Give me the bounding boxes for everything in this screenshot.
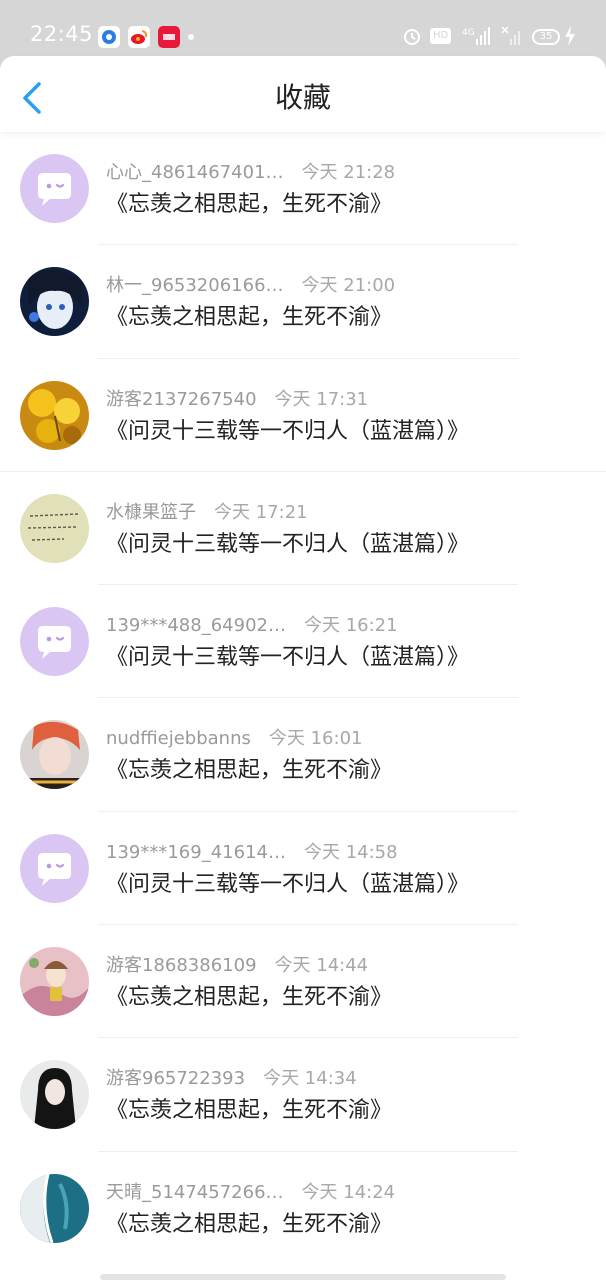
- hd-badge: HD: [430, 28, 452, 44]
- item-meta: 水槺果篮子 今天 17:21: [106, 500, 308, 526]
- work-title[interactable]: 《忘羡之相思起，生死不渝》: [106, 302, 392, 334]
- browser-app-icon: [98, 26, 120, 48]
- work-title[interactable]: 《问灵十三载等一不归人（蓝湛篇）》: [106, 869, 469, 901]
- scroll-indicator: [100, 1274, 506, 1280]
- list-item[interactable]: 139***488_64902… 今天 16:21 《问灵十三载等一不归人（蓝湛篇…: [0, 585, 606, 699]
- ocean-wave-avatar[interactable]: [20, 1173, 89, 1243]
- item-meta: 林一_9653206166… 今天 21:00: [106, 273, 395, 299]
- item-meta: 心心_4861467401… 今天 21:28: [106, 160, 395, 186]
- app-bar: 收藏: [0, 56, 606, 132]
- list-item[interactable]: 游客1868386109 今天 14:44 《忘羡之相思起，生死不渝》: [0, 925, 606, 1039]
- username[interactable]: 游客2137267540: [106, 387, 257, 413]
- work-title[interactable]: 《问灵十三载等一不归人（蓝湛篇）》: [106, 529, 469, 561]
- red-app-icon: [158, 26, 180, 48]
- work-title[interactable]: 《问灵十三载等一不归人（蓝湛篇）》: [106, 416, 469, 448]
- default-chat-avatar[interactable]: [20, 833, 89, 903]
- timestamp: 今天 17:21: [214, 501, 308, 523]
- username[interactable]: 139***488_64902…: [106, 613, 286, 639]
- alarm-icon: [402, 25, 422, 47]
- charging-icon: [563, 25, 577, 47]
- username[interactable]: 139***169_41614…: [106, 840, 286, 866]
- work-title[interactable]: 《忘羡之相思起，生死不渝》: [106, 189, 392, 221]
- anime-portrait-avatar[interactable]: [20, 267, 89, 337]
- list-item[interactable]: 天晴_5147457266… 今天 14:24 《忘羡之相思起，生死不渝》: [0, 1152, 606, 1265]
- signal-no-sim-icon: [500, 25, 524, 47]
- item-meta: 139***169_41614… 今天 14:58: [106, 840, 398, 866]
- handwriting-note-avatar[interactable]: [20, 493, 89, 563]
- username[interactable]: 林一_9653206166…: [106, 273, 284, 299]
- dark-hair-girl-avatar[interactable]: [20, 1060, 89, 1130]
- list-item[interactable]: 水槺果篮子 今天 17:21 《问灵十三载等一不归人（蓝湛篇）》: [0, 472, 606, 586]
- list-item[interactable]: 游客2137267540 今天 17:31 《问灵十三载等一不归人（蓝湛篇）》: [0, 359, 606, 472]
- work-title[interactable]: 《问灵十三载等一不归人（蓝湛篇）》: [106, 642, 469, 674]
- item-meta: 天晴_5147457266… 今天 14:24: [106, 1180, 395, 1206]
- battery-indicator: 35: [532, 29, 560, 45]
- username[interactable]: nudffiejebbanns: [106, 726, 251, 752]
- work-title[interactable]: 《忘羡之相思起，生死不渝》: [106, 1095, 392, 1127]
- list-item[interactable]: 游客965722393 今天 14:34 《忘羡之相思起，生死不渝》: [0, 1038, 606, 1152]
- timestamp: 今天 21:00: [301, 275, 396, 297]
- timestamp: 今天 14:24: [301, 1181, 396, 1203]
- weibo-icon: [128, 26, 150, 48]
- username[interactable]: 天晴_5147457266…: [106, 1180, 284, 1206]
- work-title[interactable]: 《忘羡之相思起，生死不渝》: [106, 755, 392, 787]
- username[interactable]: 心心_4861467401…: [106, 160, 284, 186]
- favorites-list: 心心_4861467401… 今天 21:28 《忘羡之相思起，生死不渝》 林一_…: [0, 132, 606, 1265]
- status-time: 22:45: [30, 22, 94, 46]
- item-meta: 139***488_64902… 今天 16:21: [106, 613, 398, 639]
- username[interactable]: 游客965722393: [106, 1066, 245, 1092]
- timestamp: 今天 14:34: [263, 1068, 357, 1090]
- list-item[interactable]: 心心_4861467401… 今天 21:28 《忘羡之相思起，生死不渝》: [0, 132, 606, 246]
- signal-4g-icon: 4G: [462, 25, 490, 47]
- yellow-flowers-avatar[interactable]: [20, 380, 89, 450]
- timestamp: 今天 16:21: [303, 615, 398, 637]
- work-title[interactable]: 《忘羡之相思起，生死不渝》: [106, 982, 392, 1014]
- person-photo-avatar[interactable]: [20, 720, 89, 790]
- item-meta: 游客965722393 今天 14:34: [106, 1066, 357, 1092]
- username[interactable]: 水槺果篮子: [106, 500, 196, 526]
- timestamp: 今天 21:28: [301, 162, 396, 183]
- illustration-avatar[interactable]: [20, 947, 89, 1017]
- list-item[interactable]: 139***169_41614… 今天 14:58 《问灵十三载等一不归人（蓝湛篇…: [0, 812, 606, 926]
- item-meta: 游客1868386109 今天 14:44: [106, 953, 368, 979]
- default-chat-avatar[interactable]: [20, 607, 89, 677]
- username[interactable]: 游客1868386109: [106, 953, 257, 979]
- timestamp: 今天 14:58: [303, 841, 398, 863]
- page-title: 收藏: [274, 81, 331, 114]
- svg-text:4G: 4G: [462, 28, 475, 38]
- notification-dot-icon: [188, 34, 194, 40]
- timestamp: 今天 16:01: [268, 728, 363, 750]
- item-meta: 游客2137267540 今天 17:31: [106, 387, 368, 413]
- list-item[interactable]: 林一_9653206166… 今天 21:00 《忘羡之相思起，生死不渝》: [0, 245, 606, 359]
- list-item[interactable]: nudffiejebbanns 今天 16:01 《忘羡之相思起，生死不渝》: [0, 698, 606, 812]
- default-chat-avatar[interactable]: [20, 154, 89, 223]
- item-meta: nudffiejebbanns 今天 16:01: [106, 726, 362, 752]
- timestamp: 今天 14:44: [274, 955, 369, 977]
- timestamp: 今天 17:31: [274, 388, 369, 410]
- work-title[interactable]: 《忘羡之相思起，生死不渝》: [106, 1209, 392, 1241]
